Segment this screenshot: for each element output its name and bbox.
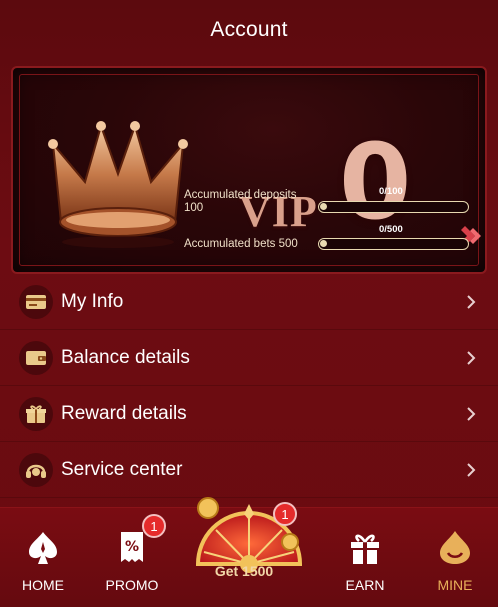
wheel-badge: 1 <box>273 502 297 526</box>
nav-mine[interactable]: MINE <box>410 528 498 598</box>
vip-level: 0 <box>339 121 412 243</box>
deposits-progress-label: Accumulated deposits 100 <box>184 189 297 214</box>
header: Account <box>0 0 498 60</box>
wallet-icon <box>19 340 53 375</box>
menu-item-label: Reward details <box>61 402 187 424</box>
nav-mine-label: MINE <box>437 577 473 593</box>
menu-item-label: Service center <box>61 458 183 480</box>
chevron-right-icon <box>467 407 476 421</box>
chevron-right-icon <box>467 351 476 365</box>
nav-earn-label: EARN <box>345 577 385 593</box>
menu-item-balance-details[interactable]: Balance details <box>0 330 498 386</box>
page-title: Account <box>210 18 288 41</box>
promo-badge: 1 <box>142 514 166 538</box>
bets-progress-bar <box>318 238 469 250</box>
gift-box-icon <box>351 534 379 564</box>
crown-icon <box>48 121 188 248</box>
deposits-progress-fill <box>320 203 327 210</box>
id-card-icon <box>19 284 53 319</box>
account-menu: My Info Balance details Reward details S… <box>0 274 498 498</box>
vip-card[interactable]: VIP 0 0/100 Accumulated deposits 100 0/5… <box>11 66 487 274</box>
spade-home-icon <box>29 532 57 564</box>
mine-smile-icon <box>440 531 470 564</box>
deposits-progress-count: 0/100 <box>379 186 403 197</box>
svg-text:%: % <box>125 539 139 555</box>
menu-item-my-info[interactable]: My Info <box>0 274 498 330</box>
wheel-label[interactable]: Get 1500 <box>190 563 298 579</box>
headset-icon <box>19 452 53 487</box>
bets-progress-count: 0/500 <box>379 224 403 235</box>
bets-progress-label: Accumulated bets 500 <box>184 238 298 250</box>
account-page: Account VIP 0 0/100 Accumulated deposits… <box>0 0 498 607</box>
nav-promo-label: PROMO <box>105 577 159 593</box>
gift-icon <box>19 396 53 431</box>
menu-item-reward-details[interactable]: Reward details <box>0 386 498 442</box>
nav-promo[interactable]: % PROMO <box>87 528 177 598</box>
nav-home-label: HOME <box>22 577 64 593</box>
menu-item-service-center[interactable]: Service center <box>0 442 498 498</box>
chevron-right-icon <box>467 295 476 309</box>
chevron-right-icon <box>467 463 476 477</box>
menu-item-label: Balance details <box>61 346 190 368</box>
nav-earn[interactable]: EARN <box>320 528 410 598</box>
menu-item-label: My Info <box>61 290 124 312</box>
deposits-progress-bar <box>318 201 469 213</box>
bets-progress-fill <box>320 240 327 247</box>
nav-home[interactable]: HOME <box>0 528 88 598</box>
